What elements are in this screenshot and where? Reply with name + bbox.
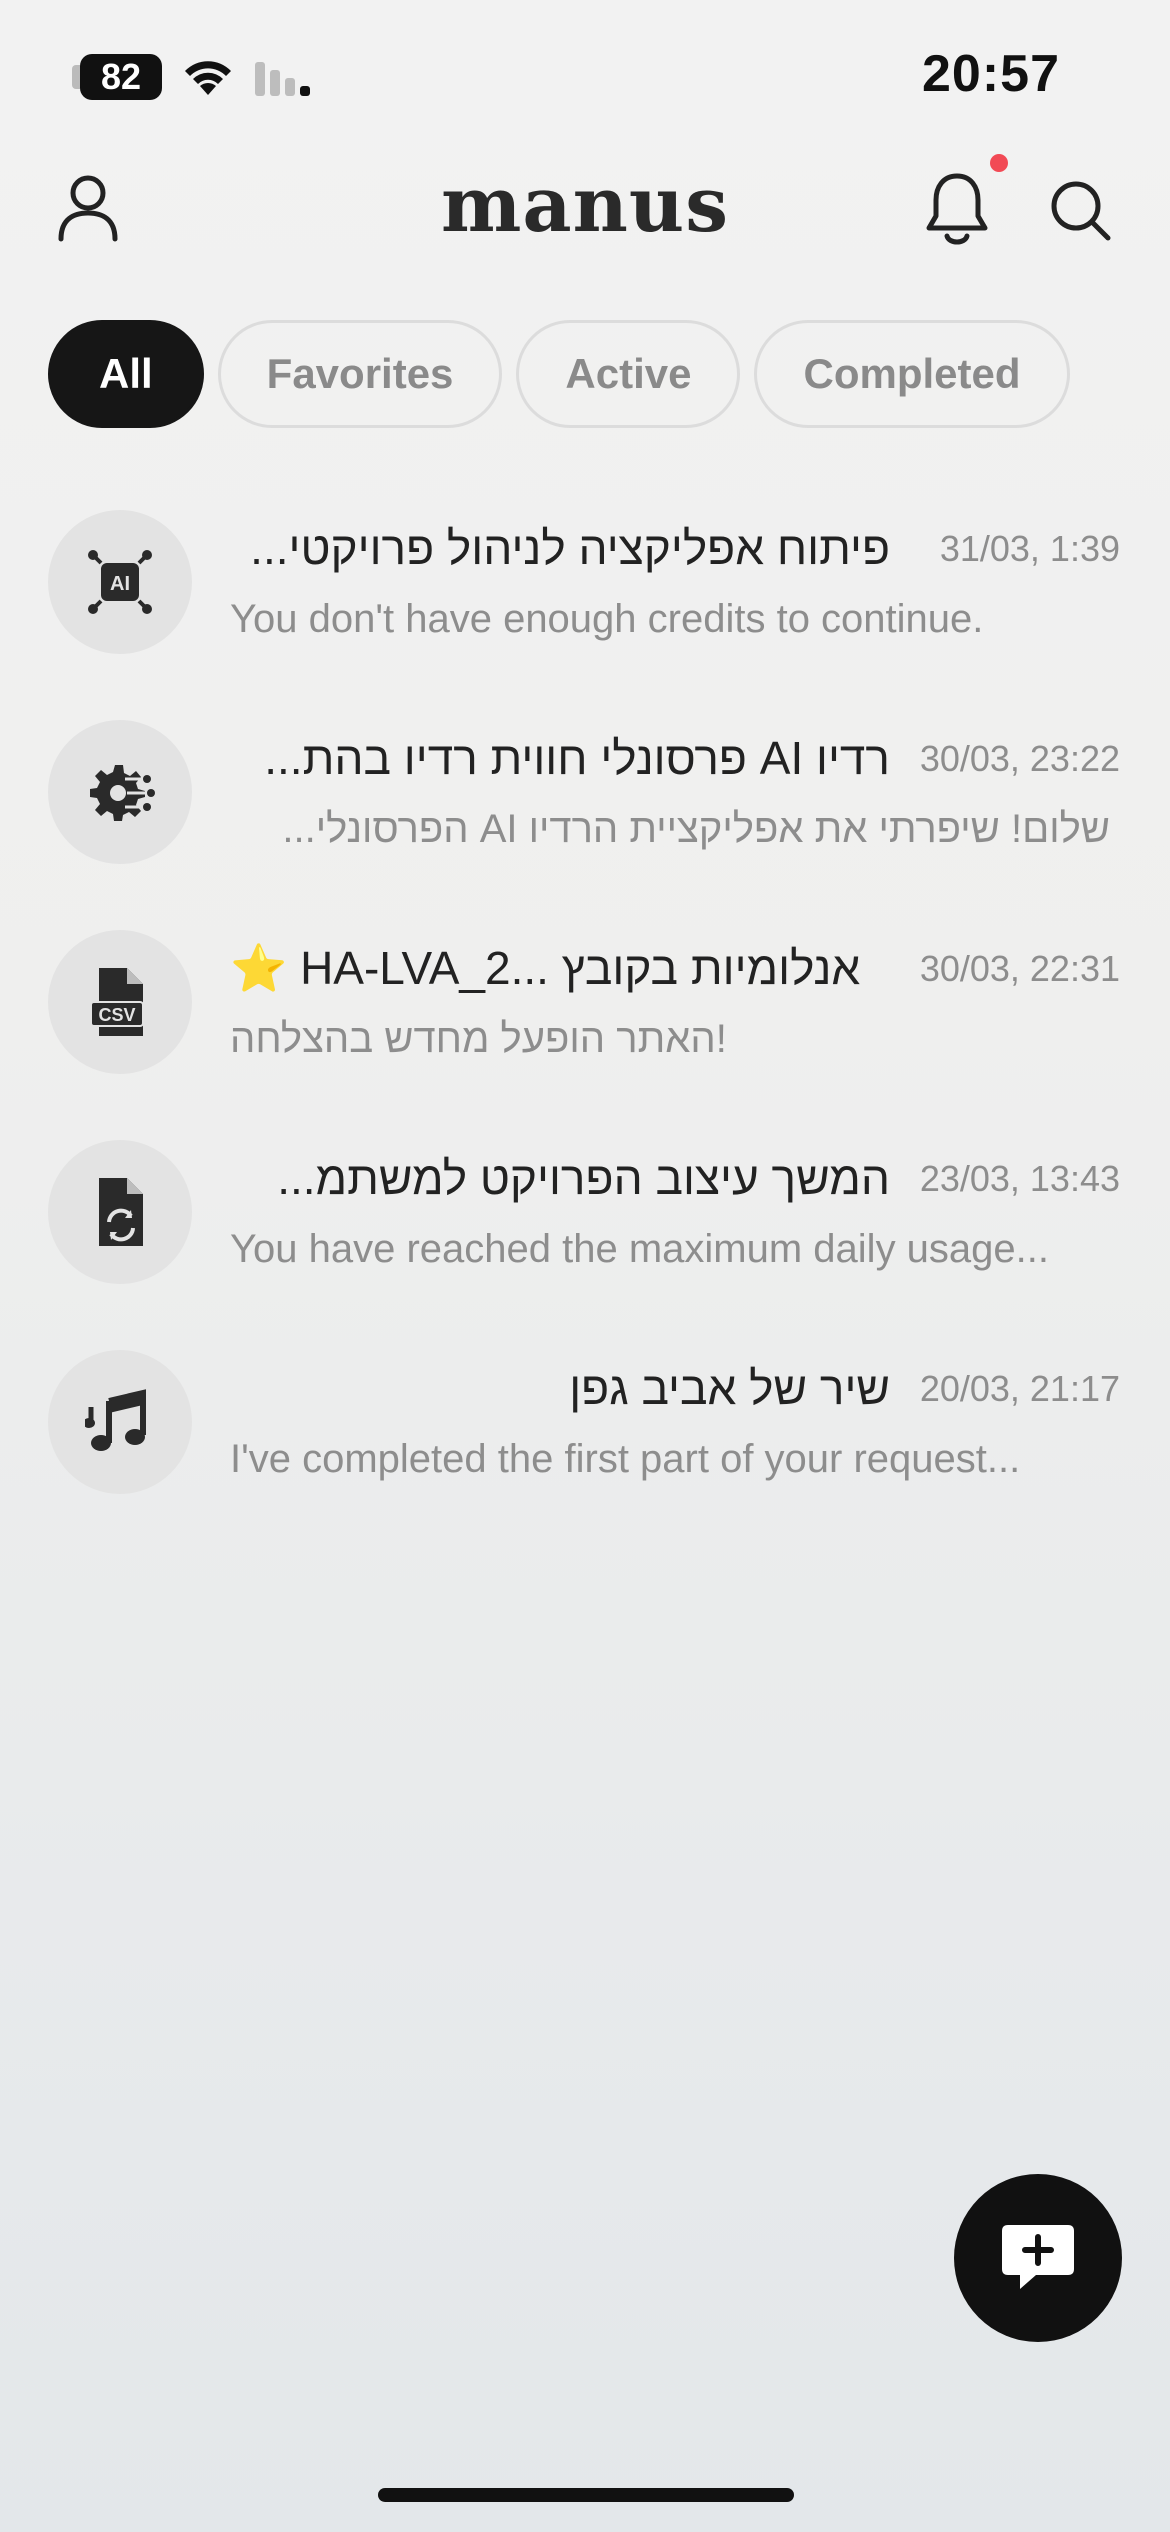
tab-all[interactable]: All <box>48 320 204 428</box>
task-title: שיר של אביב גפן <box>569 1362 890 1414</box>
task-timestamp: 31/03, 1:39 <box>939 528 1120 569</box>
new-chat-icon <box>1002 2225 1074 2289</box>
list-item[interactable]: רדיו AI פרסונלי חווית רדיו בהת... 30/03,… <box>0 710 1170 920</box>
file-sync-icon <box>99 1178 143 1246</box>
notifications-button[interactable] <box>915 164 999 254</box>
task-list: AI פיתוח אפליקציה לניהול פרויקטי... 31/0… <box>0 500 1170 1550</box>
task-timestamp: 30/03, 23:22 <box>919 738 1120 779</box>
task-avatar: CSV <box>48 930 192 1074</box>
home-indicator <box>378 2488 794 2502</box>
user-icon <box>58 175 118 242</box>
battery-nub <box>72 65 80 89</box>
new-task-button[interactable] <box>954 2174 1122 2342</box>
task-preview: You don't have enough credits to continu… <box>230 597 984 641</box>
task-avatar <box>48 720 192 864</box>
ai-chip-icon: AI <box>88 550 152 614</box>
notification-badge <box>990 154 1008 172</box>
list-item[interactable]: המשך עיצוב הפרויקט למשתמ... 23/03, 13:43… <box>0 1130 1170 1340</box>
task-title-row: שיר של אביב גפן 20/03, 21:17 <box>230 1360 1120 1416</box>
task-title: רדיו AI פרסונלי חווית רדיו בהת... <box>264 732 890 784</box>
task-timestamp: 23/03, 13:43 <box>919 1158 1120 1199</box>
search-icon <box>1051 181 1111 241</box>
wifi-icon <box>185 61 231 95</box>
task-preview: You have reached the maximum daily usage… <box>230 1227 1050 1271</box>
task-title: המשך עיצוב הפרויקט למשתמ... <box>277 1152 890 1204</box>
search-button[interactable] <box>1040 170 1120 250</box>
status-bar: 82 20:57 <box>0 0 1170 150</box>
task-title-row: ⭐ HA-LVA_2... אנלומיות בקובץ 30/03, 22:3… <box>230 940 1120 996</box>
profile-button[interactable] <box>50 170 126 246</box>
list-item[interactable]: CSV ⭐ HA-LVA_2... אנלומיות בקובץ 30/03, … <box>0 920 1170 1130</box>
list-item[interactable]: AI פיתוח אפליקציה לניהול פרויקטי... 31/0… <box>0 500 1170 710</box>
task-preview: I've completed the first part of your re… <box>230 1437 1021 1481</box>
gear-nodes-icon <box>90 765 155 821</box>
favorite-star-icon: ⭐ <box>230 942 288 994</box>
task-title-row: המשך עיצוב הפרויקט למשתמ... 23/03, 13:43 <box>230 1150 1120 1206</box>
csv-file-icon: CSV <box>90 968 144 1036</box>
cellular-signal-icon <box>255 62 310 96</box>
task-timestamp: 20/03, 21:17 <box>919 1368 1120 1409</box>
bell-icon <box>926 173 988 245</box>
svg-text:AI: AI <box>110 573 130 595</box>
music-note-icon <box>85 1389 146 1451</box>
task-title: פיתוח אפליקציה לניהול פרויקטי... <box>250 522 890 574</box>
task-title-row: פיתוח אפליקציה לניהול פרויקטי... 31/03, … <box>230 520 1120 576</box>
task-title-text: HA-LVA_2... אנלומיות בקובץ <box>300 942 861 994</box>
task-title: ⭐ HA-LVA_2... אנלומיות בקובץ <box>230 940 890 996</box>
task-title-row: רדיו AI פרסונלי חווית רדיו בהת... 30/03,… <box>230 730 1120 786</box>
tab-active[interactable]: Active <box>516 320 741 428</box>
tab-favorites[interactable]: Favorites <box>217 320 503 428</box>
task-avatar <box>48 1140 192 1284</box>
status-time: 20:57 <box>922 45 1060 103</box>
tab-completed[interactable]: Completed <box>754 320 1070 428</box>
task-preview: שלום! שיפרתי את אפליקציית הרדיו AI הפרסו… <box>282 807 1110 851</box>
list-item[interactable]: שיר של אביב גפן 20/03, 21:17 I've comple… <box>0 1340 1170 1550</box>
task-avatar: AI <box>48 510 192 654</box>
task-avatar <box>48 1350 192 1494</box>
task-timestamp: 30/03, 22:31 <box>919 948 1120 989</box>
filter-tabs: All Favorites Active Completed <box>48 320 1070 428</box>
task-preview: האתר הופעל מחדש בהצלחה! <box>230 1017 727 1061</box>
battery-indicator: 82 <box>80 54 162 100</box>
svg-text:CSV: CSV <box>98 1005 135 1025</box>
